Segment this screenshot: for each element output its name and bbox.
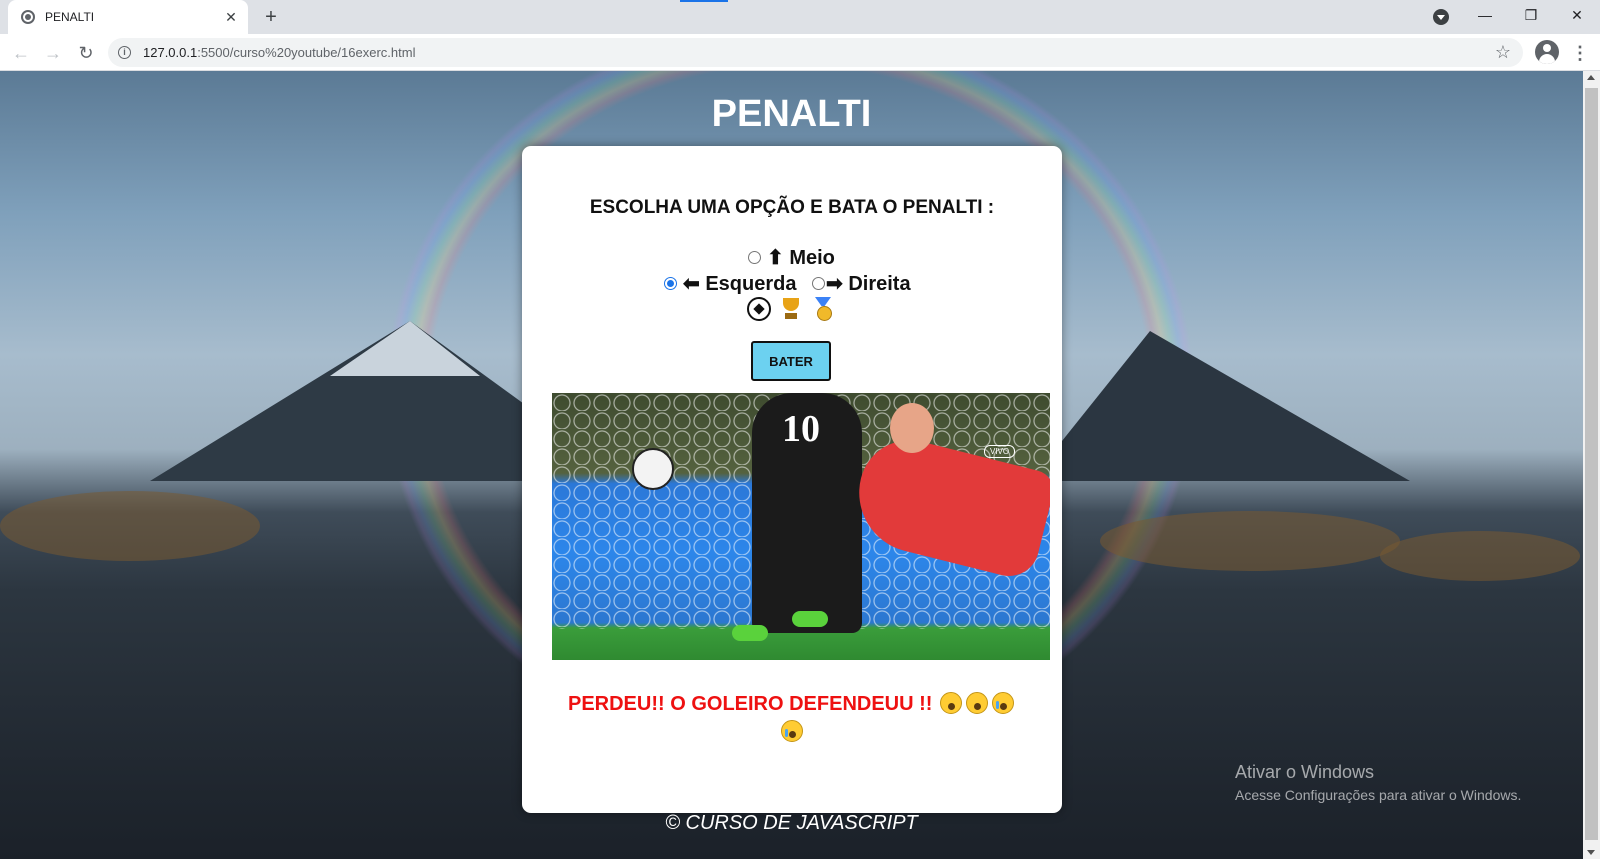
bookmark-star-icon[interactable]: ☆: [1495, 42, 1511, 63]
result-message: PERDEU!! O GOLEIRO DEFENDEUU !!: [542, 690, 1042, 746]
url-path: :5500/curso%20youtube/16exerc.html: [197, 45, 416, 60]
grass-patch: [0, 491, 260, 561]
scroll-up-icon[interactable]: [1587, 75, 1595, 80]
grass-patch: [1380, 531, 1580, 581]
player-figure: 10: [752, 393, 862, 633]
boot-graphic: [732, 625, 768, 641]
kebab-menu-icon[interactable]: ⋮: [1570, 41, 1590, 65]
scream-icon: [940, 692, 962, 714]
result-text: PERDEU!! O GOLEIRO DEFENDEUU !!: [567, 693, 933, 715]
grass-patch: [1100, 511, 1400, 571]
scroll-down-icon[interactable]: [1587, 850, 1595, 855]
option-direita-label: ➡ Direita: [826, 273, 911, 295]
new-tab-button[interactable]: +: [260, 6, 282, 28]
url-host: 127.0.0.1: [143, 45, 198, 60]
live-badge: VIVO: [984, 445, 1016, 458]
penalty-image: 10 VIVO: [552, 393, 1050, 660]
option-esquerda-label: ⬅ Esquerda: [683, 273, 797, 295]
page-title: PENALTI: [711, 93, 872, 135]
prompt-text: ESCOLHA UMA OPÇÃO E BATA O PENALTI :: [589, 197, 995, 218]
boot-graphic: [792, 611, 828, 627]
url-text[interactable]: 127.0.0.1:5500/curso%20youtube/16exerc.h…: [143, 45, 415, 60]
radio-esquerda[interactable]: [664, 277, 677, 290]
goalkeeper-head: [890, 403, 934, 453]
player-number: 10: [782, 408, 820, 450]
restore-button[interactable]: ❐: [1508, 0, 1554, 30]
trophy-icon: [779, 297, 803, 321]
address-bar[interactable]: i 127.0.0.1:5500/curso%20youtube/16exerc…: [108, 38, 1523, 67]
crying-icon: [992, 692, 1014, 714]
windows-activation-subtitle: Acesse Configurações para ativar o Windo…: [1235, 787, 1522, 803]
option-meio-label: ⬆ Meio: [767, 247, 835, 269]
scroll-thumb[interactable]: [1585, 88, 1598, 840]
radio-meio[interactable]: [748, 251, 761, 264]
scream-icon: [966, 692, 988, 714]
window-close-button[interactable]: ✕: [1554, 0, 1600, 30]
reload-icon[interactable]: ↻: [73, 40, 99, 66]
crying-icon: [781, 720, 803, 742]
tab-indicator: [680, 0, 728, 2]
tab-search-icon[interactable]: [1433, 9, 1449, 25]
info-icon[interactable]: i: [118, 46, 131, 59]
tab-title: PENALTI: [45, 10, 95, 24]
bater-button[interactable]: BATER: [751, 341, 831, 381]
vertical-scrollbar[interactable]: [1583, 71, 1600, 859]
close-tab-icon[interactable]: ✕: [222, 8, 240, 26]
page-viewport: PENALTI ESCOLHA UMA OPÇÃO E BATA O PENAL…: [0, 71, 1583, 859]
mountain-right: [1030, 331, 1410, 481]
mountain-snow: [330, 321, 480, 376]
account-icon[interactable]: [1535, 40, 1559, 64]
radio-direita[interactable]: [812, 277, 825, 290]
soccer-ball-icon: [747, 297, 771, 321]
medal-icon: [811, 297, 835, 321]
ball-graphic: [632, 448, 674, 490]
minimize-button[interactable]: —: [1462, 0, 1508, 30]
browser-tab[interactable]: PENALTI ✕: [8, 0, 248, 34]
windows-activation-title: Ativar o Windows: [1235, 762, 1375, 782]
footer-text: © CURSO DE JAVASCRIPT: [665, 812, 918, 834]
penalty-card: ESCOLHA UMA OPÇÃO E BATA O PENALTI : ⬆ M…: [522, 146, 1062, 813]
forward-arrow-icon[interactable]: →: [40, 40, 66, 66]
tab-strip: PENALTI ✕ + — ❐ ✕: [0, 0, 1600, 34]
globe-icon: [21, 10, 35, 24]
browser-toolbar: ← → ↻ i 127.0.0.1:5500/curso%20youtube/1…: [0, 34, 1600, 71]
back-arrow-icon[interactable]: ←: [8, 40, 34, 66]
